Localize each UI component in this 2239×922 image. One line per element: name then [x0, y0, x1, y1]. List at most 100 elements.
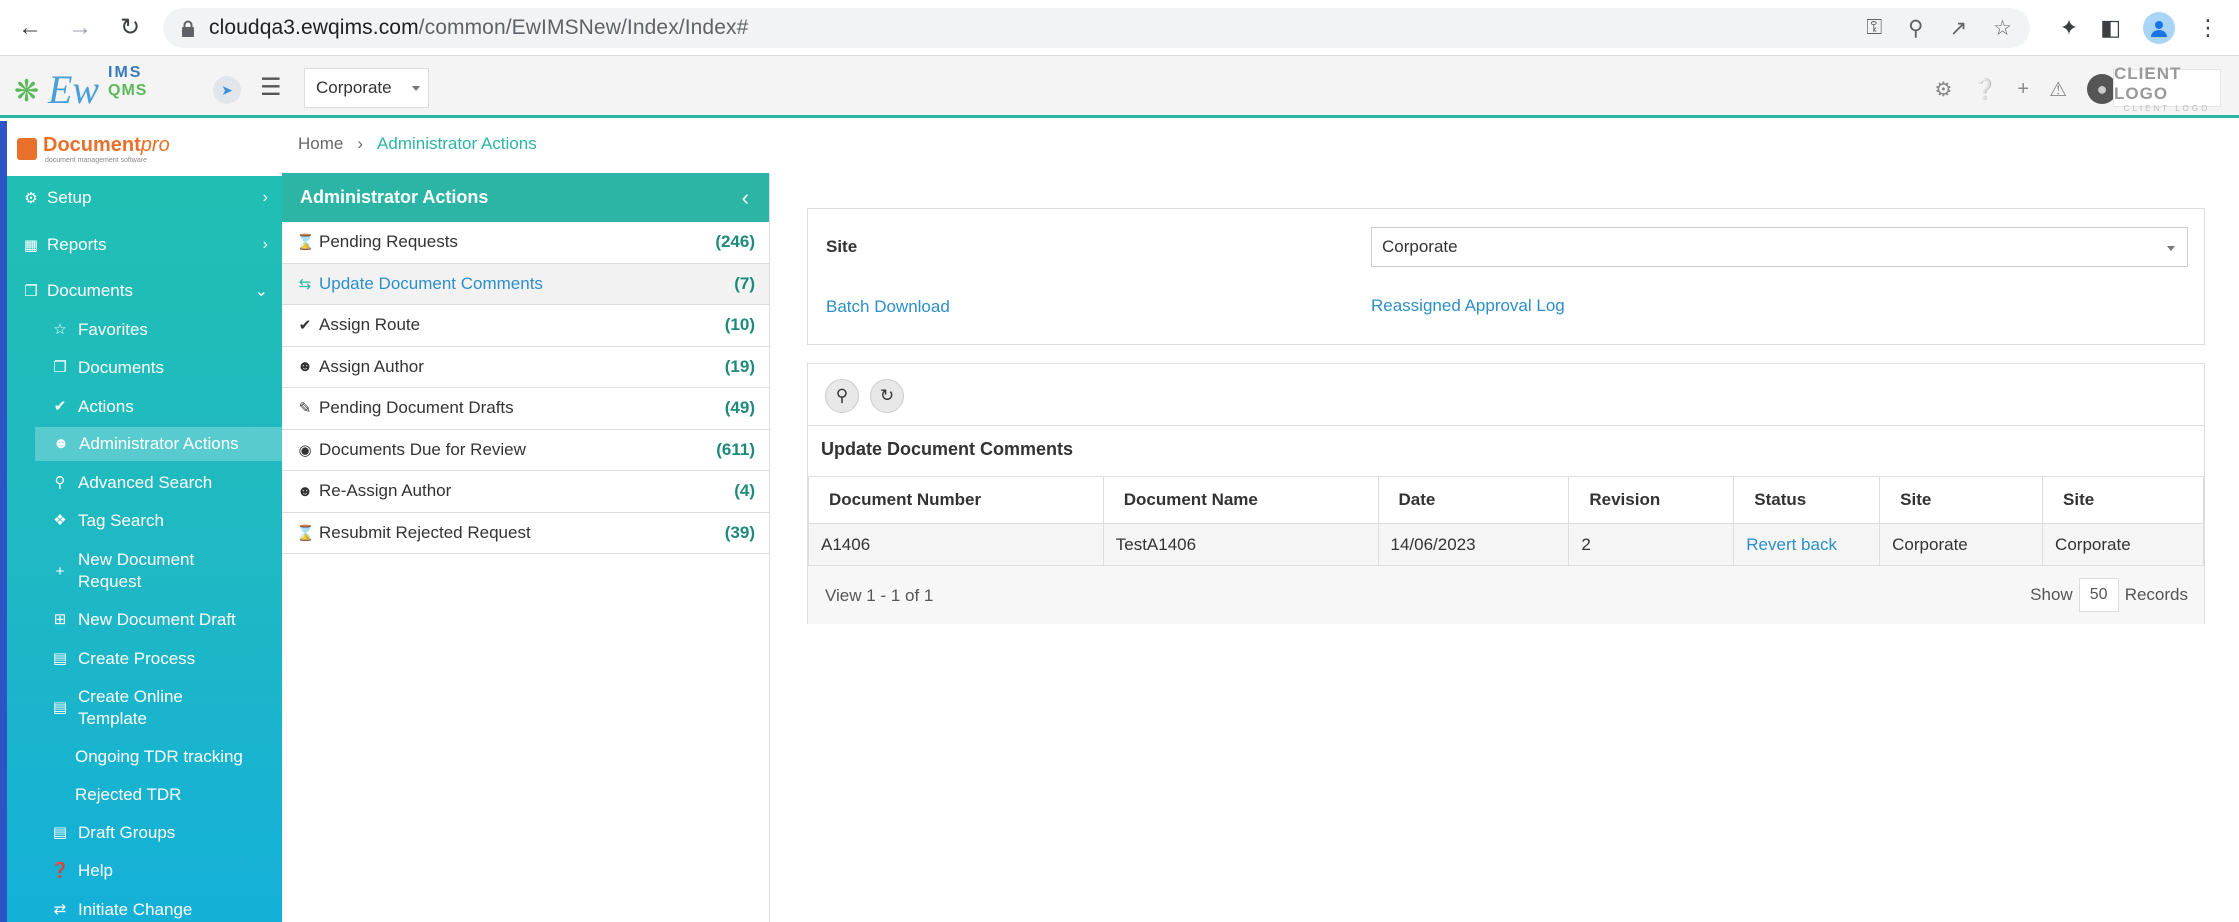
bell-icon[interactable]: ⚠ [2049, 77, 2067, 102]
hourglass-icon: ⌛ [296, 234, 315, 252]
page-size-control: Show 50 Records [2030, 578, 2188, 612]
admin-row-documents-due-for-review[interactable]: ◉ Documents Due for Review (611) [282, 430, 769, 471]
sidebar-item-create-online-template[interactable]: ▤ Create Online Template [36, 686, 226, 730]
table-cell: Corporate [1879, 523, 2044, 566]
table-cell: A1406 [808, 523, 1104, 566]
sidebar-item-advanced-search[interactable]: ⚲ Advanced Search [36, 472, 282, 494]
lock-icon [181, 20, 195, 37]
app-logo[interactable]: ❋ Ew IMS QMS [14, 64, 154, 112]
search-icon[interactable]: ⚲ [825, 379, 859, 413]
table-row[interactable]: A1406 TestA1406 14/06/2023 2 Revert back… [808, 523, 2204, 566]
list-icon: ▤ [52, 699, 68, 716]
edit-icon: ✎ [298, 400, 312, 418]
chevron-down-icon: ⌄ [254, 283, 268, 300]
administrator-actions-panel: Administrator Actions ‹ ⌛ Pending Reques… [282, 173, 770, 922]
site-dropdown[interactable]: Corporate [304, 68, 429, 108]
user-plus-icon: ☻ [297, 482, 313, 500]
grid-title: Update Document Comments [821, 439, 1074, 459]
help-icon[interactable]: ❔ [1972, 77, 1997, 102]
column-header[interactable]: Revision [1568, 476, 1735, 524]
grid-table: Document Number Document Name Date Revis… [808, 476, 2204, 566]
sidebar-item-create-process[interactable]: ▤ Create Process [36, 648, 282, 670]
column-header[interactable]: Site [1879, 476, 2044, 524]
address-bar[interactable]: cloudqa3.ewqims.com/common/EwIMSNew/Inde… [163, 8, 2030, 48]
forward-arrow-icon[interactable]: → [60, 8, 100, 48]
sidebar-item-new-document-draft[interactable]: ⊞ New Document Draft [36, 609, 282, 631]
admin-row-assign-author[interactable]: ☻ Assign Author (19) [282, 347, 769, 388]
grid-footer: View 1 - 1 of 1 Show 50 Records [808, 565, 2204, 624]
sidebar-item-initiate-change[interactable]: ⇄ Initiate Change [36, 899, 282, 921]
batch-download-link[interactable]: Batch Download [826, 297, 950, 317]
sidebar-item-draft-groups[interactable]: ▤ Draft Groups [36, 822, 282, 844]
sidebar-item-rejected-tdr[interactable]: Rejected TDR [36, 784, 282, 806]
documentpro-brand: Documentpro document management software [7, 121, 282, 176]
pin-icon[interactable]: ➤ [213, 76, 241, 104]
logo-burst-icon: ❋ [14, 75, 40, 108]
cogs-icon: ⚙ [24, 190, 38, 207]
profile-avatar-icon[interactable] [2143, 12, 2175, 44]
gear-icon[interactable]: ⚙ [1935, 77, 1953, 102]
hamburger-menu-icon[interactable]: ☰ [260, 73, 282, 102]
reload-icon[interactable]: ↻ [110, 8, 150, 48]
admin-row-update-document-comments[interactable]: ⇆ Update Document Comments (7) [282, 263, 769, 305]
breadcrumb-home[interactable]: Home [298, 134, 343, 154]
breadcrumb: Home › Administrator Actions [298, 134, 537, 154]
column-header[interactable]: Document Number [808, 476, 1104, 524]
refresh-icon[interactable]: ↻ [870, 379, 904, 413]
table-header-row: Document Number Document Name Date Revis… [808, 476, 2204, 524]
breadcrumb-current[interactable]: Administrator Actions [377, 134, 537, 154]
eye-icon: ◉ [298, 441, 312, 459]
documents-grid: ⚲ ↻ Update Document Comments Document Nu… [807, 363, 2205, 624]
plus-icon: + [55, 563, 65, 580]
sidebar-item-documents-sub[interactable]: ❐ Documents [36, 357, 282, 379]
zoom-icon[interactable]: ⚲ [1908, 16, 1923, 41]
bookmark-star-icon[interactable]: ☆ [1993, 16, 2012, 41]
admin-row-assign-route[interactable]: ✔ Assign Route (10) [282, 305, 769, 347]
plus-icon[interactable]: + [2017, 78, 2029, 101]
user-check-icon: ☻ [53, 435, 69, 452]
column-header[interactable]: Document Name [1102, 476, 1379, 524]
page-size-input[interactable]: 50 [2078, 578, 2119, 612]
kebab-menu-icon[interactable]: ⋮ [2197, 15, 2219, 41]
sidebar-item-administrator-actions[interactable]: ☻ Administrator Actions [35, 427, 282, 461]
side-panel-icon[interactable]: ◧ [2100, 15, 2121, 41]
share-icon[interactable]: ↗ [1950, 16, 1968, 41]
pager-text: View 1 - 1 of 1 [825, 586, 934, 605]
admin-row-pending-document-drafts[interactable]: ✎ Pending Document Drafts (49) [282, 388, 769, 430]
extensions-puzzle-icon[interactable]: ✦ [2060, 15, 2078, 41]
reassigned-approval-log-link[interactable]: Reassigned Approval Log [1371, 296, 1565, 316]
column-header[interactable]: Status [1733, 476, 1881, 524]
back-arrow-icon[interactable]: ← [10, 8, 50, 48]
admin-row-resubmit-rejected-request[interactable]: ⌛ Resubmit Rejected Request (39) [282, 513, 769, 554]
key-icon[interactable]: ⚿ [1866, 16, 1882, 40]
status-link[interactable]: Revert back [1733, 523, 1881, 566]
collapse-chevron-icon[interactable]: ‹ [742, 185, 749, 211]
site-filter-dropdown[interactable]: Corporate [1371, 227, 2188, 267]
copy-icon: ❐ [53, 359, 67, 376]
retweet-icon: ⇆ [298, 275, 312, 293]
sidebar-item-tag-search[interactable]: ❖ Tag Search [36, 510, 282, 532]
tags-icon: ❖ [53, 512, 67, 529]
sidebar-item-ongoing-tdr-tracking[interactable]: Ongoing TDR tracking [36, 746, 282, 768]
admin-row-pending-requests[interactable]: ⌛ Pending Requests (246) [282, 222, 769, 264]
browser-toolbar: ← → ↻ cloudqa3.ewqims.com/common/EwIMSNe… [0, 0, 2239, 56]
sidebar-item-reports[interactable]: ▦ Reports › [7, 233, 282, 257]
column-header[interactable]: Date [1377, 476, 1570, 524]
table-cell: TestA1406 [1102, 523, 1379, 566]
sidebar-item-help[interactable]: ❓ Help [36, 860, 282, 882]
admin-row-re-assign-author[interactable]: ☻ Re-Assign Author (4) [282, 471, 769, 513]
site-label: Site [826, 237, 858, 256]
check-icon: ✔ [298, 317, 312, 335]
list-icon: ▤ [52, 824, 68, 841]
sidebar-item-new-document-request[interactable]: + New Document Request [36, 549, 256, 593]
sidebar-item-actions[interactable]: ✔ Actions [36, 396, 282, 418]
chevron-right-icon: › [262, 236, 268, 253]
admin-panel-header: Administrator Actions ‹ [282, 173, 769, 222]
filter-card: Site Corporate Batch Download Reassigned… [807, 208, 2205, 345]
sidebar-item-setup[interactable]: ⚙ Setup › [7, 186, 282, 210]
column-header[interactable]: Site [2042, 476, 2204, 524]
client-logo: CLIENT LOGO CLIENT LOGO [2113, 64, 2221, 113]
sidebar-item-favorites[interactable]: ☆ Favorites [36, 319, 282, 341]
sidebar-item-documents[interactable]: ❐ Documents ⌄ [7, 279, 282, 303]
change-icon: ⇄ [53, 901, 67, 918]
